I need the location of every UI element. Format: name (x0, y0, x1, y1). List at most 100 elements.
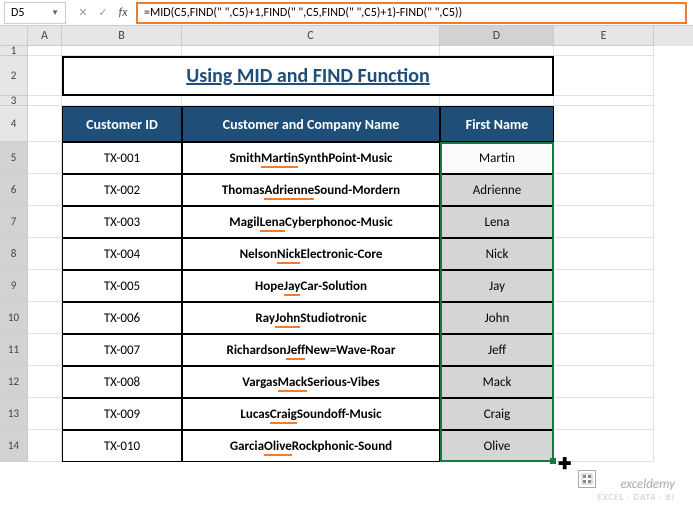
highlighted-name: John (275, 311, 300, 326)
cell[interactable] (28, 56, 62, 96)
cell[interactable] (28, 430, 62, 462)
cell[interactable] (28, 106, 62, 142)
header-customer-id[interactable]: Customer ID (62, 106, 182, 142)
watermark-brand: exceldemy (598, 477, 675, 492)
cell[interactable] (554, 366, 654, 398)
cell-first-name[interactable]: Nick (440, 238, 554, 270)
cell[interactable] (554, 174, 654, 206)
cell-customer-id[interactable]: TX-003 (62, 206, 182, 238)
cell[interactable] (62, 96, 182, 106)
row-header[interactable]: 9 (0, 270, 28, 302)
cell[interactable] (182, 46, 440, 56)
row-header[interactable]: 2 (0, 56, 28, 96)
cell[interactable] (554, 302, 654, 334)
cell-customer-id[interactable]: TX-004 (62, 238, 182, 270)
row-header[interactable]: 13 (0, 398, 28, 430)
enter-icon[interactable]: ✓ (94, 4, 112, 22)
cell[interactable] (62, 46, 182, 56)
cell[interactable] (554, 398, 654, 430)
row-header[interactable]: 3 (0, 96, 28, 106)
formula-input[interactable]: =MID(C5,FIND(" ",C5)+1,FIND(" ",C5,FIND(… (136, 2, 687, 24)
cell[interactable] (554, 270, 654, 302)
cell-first-name[interactable]: Jay (440, 270, 554, 302)
table-row: 9 TX-005Hope Jay Car-SolutionJay (0, 270, 693, 302)
row-header[interactable]: 11 (0, 334, 28, 366)
cell-customer-id[interactable]: TX-007 (62, 334, 182, 366)
cell-customer-company[interactable]: Vargas Mack Serious-Vibes (182, 366, 440, 398)
cell-customer-company[interactable]: Hope Jay Car-Solution (182, 270, 440, 302)
row-header[interactable]: 1 (0, 46, 28, 56)
cell-customer-id[interactable]: TX-006 (62, 302, 182, 334)
cell-customer-company[interactable]: Ray John Studiotronic (182, 302, 440, 334)
cell-customer-company[interactable]: Richardson Jeff New=Wave-Roar (182, 334, 440, 366)
row-header[interactable]: 5 (0, 142, 28, 174)
cell-first-name[interactable]: Mack (440, 366, 554, 398)
cell[interactable] (28, 174, 62, 206)
cell[interactable] (182, 96, 440, 106)
cell[interactable] (554, 56, 654, 96)
cell[interactable] (554, 334, 654, 366)
col-header-a[interactable]: A (28, 26, 62, 46)
col-header-b[interactable]: B (62, 26, 182, 46)
cell[interactable] (440, 46, 554, 56)
cell[interactable] (28, 270, 62, 302)
cell-customer-id[interactable]: TX-010 (62, 430, 182, 462)
cell[interactable] (554, 46, 654, 56)
row-header[interactable]: 10 (0, 302, 28, 334)
cell[interactable] (554, 96, 654, 106)
cell[interactable] (28, 46, 62, 56)
header-first-name[interactable]: First Name (440, 106, 554, 142)
cell-customer-id[interactable]: TX-008 (62, 366, 182, 398)
cell-customer-company[interactable]: Garcia Olive Rockphonic-Sound (182, 430, 440, 462)
row-header[interactable]: 8 (0, 238, 28, 270)
highlighted-name: Jay (284, 279, 301, 294)
cell-customer-id[interactable]: TX-009 (62, 398, 182, 430)
name-box[interactable]: D5 ▼ (4, 2, 66, 24)
col-header-e[interactable]: E (554, 26, 654, 46)
cell[interactable] (554, 142, 654, 174)
cancel-icon[interactable]: ✕ (74, 4, 92, 22)
cell[interactable] (28, 142, 62, 174)
cell-first-name[interactable]: John (440, 302, 554, 334)
chevron-down-icon[interactable]: ▼ (51, 8, 59, 18)
highlighted-name: Nick (277, 247, 300, 262)
cell-first-name[interactable]: Adrienne (440, 174, 554, 206)
col-header-d[interactable]: D (440, 26, 554, 46)
row-header[interactable]: 7 (0, 206, 28, 238)
cell-customer-id[interactable]: TX-001 (62, 142, 182, 174)
row-header[interactable]: 12 (0, 366, 28, 398)
cell-customer-company[interactable]: Lucas Craig Soundoff-Music (182, 398, 440, 430)
cell-first-name[interactable]: Jeff (440, 334, 554, 366)
row-header[interactable]: 14 (0, 430, 28, 462)
cell[interactable] (28, 96, 62, 106)
cell-customer-company[interactable]: Thomas Adrienne Sound-Mordern (182, 174, 440, 206)
table-title[interactable]: Using MID and FIND Function (62, 56, 554, 96)
cell-customer-company[interactable]: Smith Martin SynthPoint-Music (182, 142, 440, 174)
highlighted-name: Lena (260, 215, 285, 230)
cell[interactable] (28, 398, 62, 430)
col-header-c[interactable]: C (182, 26, 440, 46)
cell[interactable] (554, 206, 654, 238)
fx-icon[interactable]: fx (114, 4, 132, 22)
cell[interactable] (440, 96, 554, 106)
autofill-options-icon[interactable] (578, 470, 596, 488)
row-header[interactable]: 4 (0, 106, 28, 142)
cell[interactable] (28, 366, 62, 398)
cell[interactable] (554, 106, 654, 142)
cell-customer-id[interactable]: TX-005 (62, 270, 182, 302)
cell-customer-company[interactable]: Nelson Nick Electronic-Core (182, 238, 440, 270)
cell[interactable] (554, 238, 654, 270)
select-all-corner[interactable] (0, 26, 28, 46)
cell[interactable] (28, 238, 62, 270)
cell-first-name[interactable]: Craig (440, 398, 554, 430)
cell[interactable] (28, 206, 62, 238)
cell-customer-company[interactable]: Magil Lena Cyberphonoc-Music (182, 206, 440, 238)
cell-first-name[interactable]: Lena (440, 206, 554, 238)
cell-customer-id[interactable]: TX-002 (62, 174, 182, 206)
header-customer-company[interactable]: Customer and Company Name (182, 106, 440, 142)
cell[interactable] (28, 302, 62, 334)
cell-first-name[interactable]: Olive (440, 430, 554, 462)
row-header[interactable]: 6 (0, 174, 28, 206)
cell-first-name[interactable]: Martin (440, 142, 554, 174)
cell[interactable] (28, 334, 62, 366)
